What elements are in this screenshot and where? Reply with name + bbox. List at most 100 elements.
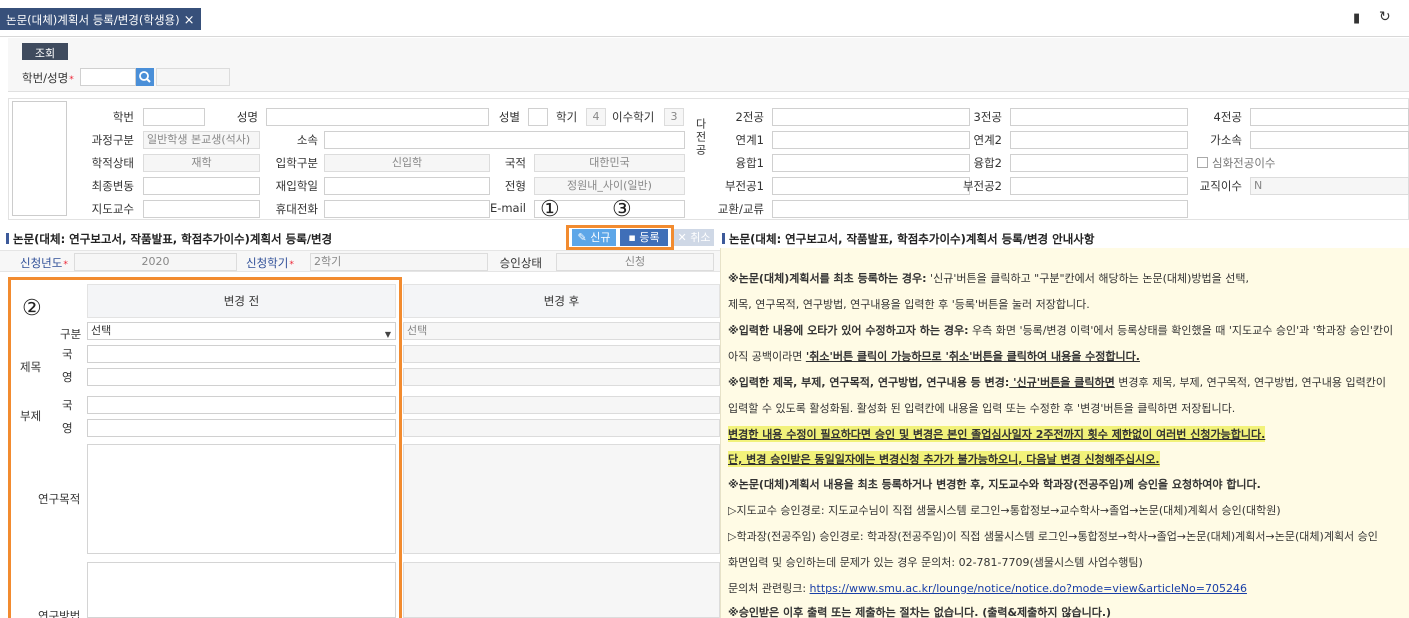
link2-field	[1010, 131, 1188, 149]
admission-label: 입학구분	[275, 156, 318, 170]
link2-label: 연계2	[973, 133, 1002, 147]
register-section-title: 논문(대체: 연구보고서, 작품발표, 학점추가이수)계획서 등록/변경	[6, 231, 332, 247]
close-icon: ✕	[677, 231, 691, 244]
student-photo	[12, 101, 67, 216]
bookmark-icon[interactable]: ▮	[1353, 11, 1360, 26]
term-field: 2학기	[310, 253, 488, 271]
mobile-label: 휴대전화	[275, 202, 318, 216]
search-icon-button[interactable]	[136, 68, 154, 86]
fusion1-label: 융합1	[735, 156, 764, 170]
dept-field	[324, 131, 685, 149]
name-field	[266, 108, 489, 126]
nationality-label: 국적	[504, 156, 526, 170]
email-label: E-mail	[489, 201, 526, 215]
completed-term-label: 이수학기	[612, 110, 655, 124]
name-label: 성명	[236, 110, 258, 124]
admission-field: 신입학	[324, 154, 490, 172]
track-label: 전형	[504, 179, 526, 193]
notice-line-3: ※입력한 내용에 오타가 있어 수정하고자 하는 경우: 우측 화면 '등록/변…	[728, 324, 1394, 337]
notice-line-8: 단, 변경 승인받은 동일일자에는 변경신청 추가가 불가능하오니, 다음날 변…	[728, 451, 1160, 467]
notice-line-11: ▷학과장(전공주임) 승인경로: 학과장(전공주임)이 직접 샘물시스템 로그인…	[728, 530, 1378, 543]
exchange-field	[772, 200, 1188, 218]
notice-line-6: 입력할 수 있도록 활성화됨. 활성화 된 입력칸에 내용을 입력 또는 수정한…	[728, 402, 1236, 415]
student-search-label: 학번/성명*	[22, 71, 74, 85]
pencil-icon: ✎	[577, 231, 591, 244]
notice-line-13: 문의처 관련링크: https://www.smu.ac.kr/lounge/n…	[728, 582, 1247, 595]
notice-line-4: 아직 공백이라면 '취소'버튼 클릭이 가능하므로 '취소'버튼을 클릭하여 내…	[728, 350, 1140, 363]
gender-label: 성별	[498, 110, 520, 124]
major3-label: 3전공	[973, 110, 1002, 124]
save-icon: ▪	[628, 231, 640, 244]
approval-field: 신청	[556, 253, 714, 271]
title-kor-after-input	[403, 345, 720, 363]
notice-line-2: 제목, 연구목적, 연구방법, 연구내용을 입력한 후 '등록'버튼을 눌러 저…	[728, 298, 1090, 311]
dept-label: 소속	[296, 133, 318, 147]
fusion2-label: 융합2	[973, 156, 1002, 170]
tab-thesis-plan[interactable]: 논문(대체)계획서 등록/변경(학생용) ×	[0, 8, 201, 30]
grade-label: 학기	[556, 110, 578, 124]
last-change-label: 최종변동	[91, 179, 134, 193]
status-field: 재학	[143, 154, 260, 172]
notice-section-title: 논문(대체: 연구보고서, 작품발표, 학점추가이수)계획서 등록/변경 안내사…	[722, 231, 1094, 247]
search-button[interactable]: 조회	[22, 43, 68, 60]
cancel-button[interactable]: ✕ 취소	[674, 229, 714, 246]
student-no-label: 학번	[112, 110, 134, 124]
deep-major-checkbox[interactable]	[1197, 157, 1208, 168]
save-button[interactable]: ▪ 등록	[620, 229, 668, 246]
subtitle-eng-after-input	[403, 419, 720, 437]
link1-field	[772, 131, 970, 149]
year-label: 신청년도*	[20, 256, 68, 270]
title-eng-after-input	[403, 368, 720, 386]
mobile-field	[324, 200, 490, 218]
last-change-field	[143, 177, 260, 195]
nationality-field: 대한민국	[534, 154, 685, 172]
readmit-field	[324, 177, 490, 195]
major4-label: 4전공	[1213, 110, 1242, 124]
minor1-field	[772, 177, 970, 195]
link1-label: 연계1	[735, 133, 764, 147]
minor1-label: 부전공1	[724, 179, 764, 193]
track-field: 정원내_사이(일반)	[534, 177, 685, 195]
teaching-label: 교직이수	[1199, 179, 1242, 193]
close-icon[interactable]: ×	[184, 13, 195, 28]
inquiry-link[interactable]: https://www.smu.ac.kr/lounge/notice/noti…	[810, 582, 1247, 595]
approval-label: 승인상태	[499, 256, 542, 270]
year-field: 2020	[74, 253, 237, 271]
notice-line-1: ※논문(대체)계획서를 최초 등록하는 경우: '신규'버튼을 클릭하고 "구분…	[728, 272, 1250, 285]
term-label: 신청학기*	[246, 256, 294, 270]
refresh-icon[interactable]: ↻	[1379, 9, 1391, 25]
subtitle-kor-after-input	[403, 396, 720, 414]
notice-line-10: ▷지도교수 승인경로: 지도교수님이 직접 샘물시스템 로그인→통합정보→교수학…	[728, 504, 1281, 517]
readmit-label: 재입학일	[275, 179, 318, 193]
teaching-field: N	[1250, 177, 1409, 195]
purpose-after-textarea	[403, 444, 720, 554]
affil-field	[1250, 131, 1409, 149]
major2-label: 2전공	[735, 110, 764, 124]
deep-major-label: 심화전공이수	[1212, 156, 1276, 170]
search-icon	[139, 71, 151, 83]
completed-term-field: 3	[664, 108, 684, 126]
notice-line-12: 화면입력 및 승인하는데 문제가 있는 경우 문의처: 02-781-7709(…	[728, 556, 1143, 569]
gender-field	[528, 108, 548, 126]
after-change-header: 변경 후	[403, 284, 720, 318]
notice-line-9: ※논문(대체)계획서 내용을 최초 등록하거나 변경한 후, 지도교수와 학과장…	[728, 478, 1261, 491]
fusion2-field	[1010, 154, 1188, 172]
course-field: 일반학생 본교생(석사)	[143, 131, 260, 149]
tab-bar	[0, 0, 1409, 37]
notice-line-14: ※승인받은 이후 출력 또는 제출하는 절차는 없습니다. (출력&제출하지 않…	[728, 606, 1112, 618]
minor2-label: 부전공2	[962, 179, 1002, 193]
advisor-field	[143, 200, 260, 218]
fusion1-field	[772, 154, 970, 172]
method-after-textarea	[403, 562, 720, 618]
type-after-select: 선택	[403, 322, 720, 340]
new-button[interactable]: ✎ 신규	[572, 229, 616, 246]
advisor-label: 지도교수	[91, 202, 134, 216]
student-name-display	[156, 68, 230, 86]
major3-field	[1010, 108, 1188, 126]
grade-field: 4	[586, 108, 606, 126]
student-id-input[interactable]	[80, 68, 136, 86]
notice-line-7: 변경한 내용 수정이 필요하다면 승인 및 변경은 본인 졸업심사일자 2주전까…	[728, 426, 1266, 442]
status-label: 학적상태	[91, 156, 134, 170]
course-label: 과정구분	[91, 133, 134, 147]
student-no-field	[143, 108, 205, 126]
